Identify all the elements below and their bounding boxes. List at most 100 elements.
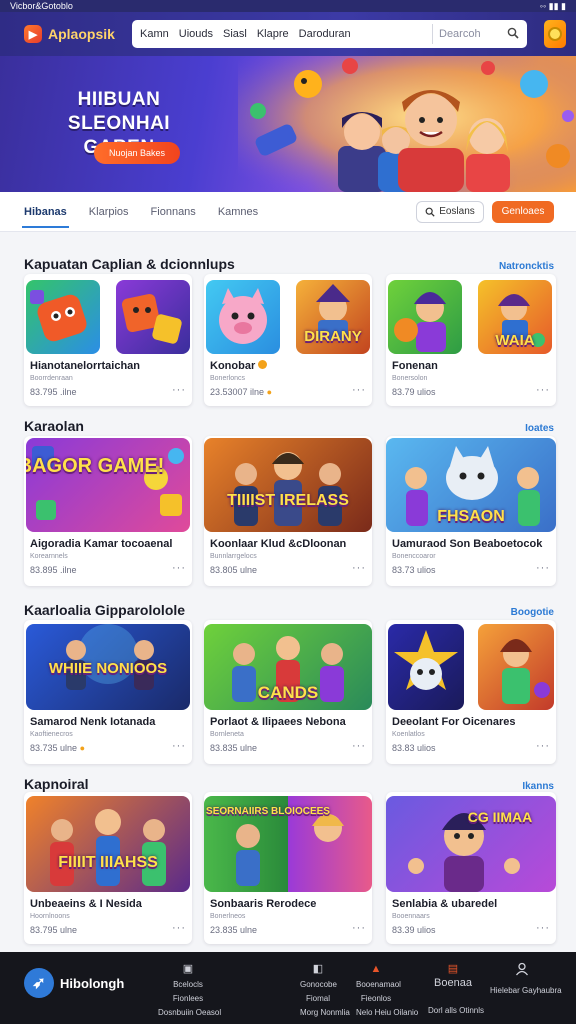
- game-card[interactable]: FHSAON Uamuraod Son Beaboetocok Bonencco…: [386, 436, 556, 586]
- nav-label: Nelo Heiu Oilanio: [356, 1008, 419, 1017]
- nav-item-hot[interactable]: ▲ Booenamaol Fieonlos Nelo Heiu Oilanio: [356, 962, 419, 1020]
- profile-icon: [490, 962, 554, 980]
- section-title: Kapnoiral: [24, 776, 89, 792]
- brand-logo[interactable]: ▶ Aplaopsik: [24, 25, 132, 43]
- thumbnail-label: WHIIE NONIOOS: [48, 660, 168, 677]
- search-tab[interactable]: Kamn: [140, 28, 169, 40]
- footer-brand[interactable]: ➶ Hibolongh: [24, 968, 124, 998]
- thumbnail-label: WAIA: [495, 332, 535, 349]
- tab-hibanas[interactable]: Hibanas: [22, 196, 69, 228]
- game-thumbnail: CANDS: [204, 624, 372, 710]
- more-options-icon[interactable]: ···: [536, 562, 550, 574]
- card-subtitle: Bonerloncs: [210, 375, 246, 382]
- nav-item-profile[interactable]: Hielebar Gayhaubra: [490, 962, 562, 998]
- search-tab[interactable]: Daroduran: [299, 28, 351, 40]
- coins-button[interactable]: [544, 20, 566, 48]
- tab-kamnes[interactable]: Kamnes: [216, 196, 260, 228]
- card-subtitle: Bonenccoaror: [392, 553, 436, 560]
- hero-cta-button[interactable]: Nuojan Bakes: [94, 142, 180, 164]
- coin-icon: [548, 27, 562, 41]
- coin-icon: [258, 360, 268, 369]
- more-options-icon[interactable]: ···: [536, 922, 550, 934]
- fire-icon: ▲: [370, 963, 382, 975]
- game-thumbnail: BAGOR GAME!: [26, 438, 190, 532]
- nav-label: Morg Nonmlia: [300, 1008, 350, 1017]
- nav-item-games[interactable]: ▣ Bcelocls Fionlees Dosnbuiin Oeasol: [158, 962, 221, 1020]
- game-card[interactable]: CG IIMAA Senlabia & ubaredel Booennaars …: [386, 792, 556, 944]
- more-options-icon[interactable]: ···: [172, 740, 186, 752]
- card-subtitle: Koenlatlos: [392, 731, 425, 738]
- section-see-all-link[interactable]: Natroncktis: [499, 261, 554, 272]
- section-see-all-link[interactable]: Ikanns: [522, 781, 554, 792]
- section-see-all-link[interactable]: Ioates: [525, 423, 554, 434]
- search-divider: [432, 24, 433, 44]
- more-options-icon[interactable]: ···: [352, 740, 366, 752]
- search-bar[interactable]: Kamn Uiouds Siasl Klapre Daroduran Dearc…: [132, 20, 527, 48]
- nav-item-tablet[interactable]: ◧ Gonocobe Fiomal Morg Nonmlia: [300, 962, 350, 1020]
- game-thumbnail: WAIA: [478, 280, 552, 354]
- hero-title-line1: HIIBUAN: [77, 89, 161, 110]
- more-options-icon[interactable]: ···: [172, 922, 186, 934]
- more-options-icon[interactable]: ···: [352, 562, 366, 574]
- search-tab[interactable]: Siasl: [223, 28, 247, 40]
- game-thumbnail: SEORNAIIRS BLOIOCEES: [204, 796, 372, 892]
- search-category-tabs: Kamn Uiouds Siasl Klapre Daroduran: [140, 28, 426, 40]
- tab-fionnans[interactable]: Fionnans: [149, 196, 198, 228]
- game-card[interactable]: WHIIE NONIOOS Samarod Nenk Iotanada Kaof…: [24, 620, 192, 764]
- section-title: Kapuatan Caplian & dcionnlups: [24, 256, 235, 272]
- thumbnail-label: FHSAON: [437, 508, 505, 525]
- card-meta: 83.735 ulne ●: [30, 743, 85, 753]
- more-options-icon[interactable]: ···: [352, 922, 366, 934]
- game-card[interactable]: DIRANY Konobar Bonerloncs 23.53007 ilne …: [204, 274, 372, 406]
- search-tab[interactable]: Klapre: [257, 28, 289, 40]
- nav-label: Dorl alls Otinnls: [428, 1006, 485, 1015]
- more-options-icon[interactable]: ···: [352, 384, 366, 396]
- card-meta: 83.795 .ilne: [30, 387, 77, 397]
- game-card[interactable]: TIIIIST IRELASS Koonlaar Klud &cDloonan …: [204, 436, 372, 586]
- tab-klarpios[interactable]: Klarpios: [87, 196, 131, 228]
- game-thumbnail: [388, 280, 462, 354]
- game-thumbnail: [26, 280, 100, 354]
- game-card[interactable]: FIIIIT IIIAHSS Unbeaeins & I Nesida Hoor…: [24, 792, 192, 944]
- app-header: ▶ Aplaopsik Kamn Uiouds Siasl Klapre Dar…: [0, 12, 576, 56]
- game-thumbnail: [116, 280, 190, 354]
- game-card[interactable]: CANDS Porlaot & Ilipaees Nebona Bornlene…: [204, 620, 372, 764]
- game-card[interactable]: Deeolant For Oicenares Koenlatlos 83.83 …: [386, 620, 556, 764]
- card-subtitle: Bonerlneos: [210, 913, 246, 920]
- game-card[interactable]: SEORNAIIRS BLOIOCEES Sonbaaris Rerodece …: [204, 792, 372, 944]
- card-subtitle: Bunnlarrgelocs: [210, 553, 257, 560]
- card-meta: 83.795 ulne: [30, 925, 78, 935]
- section-see-all-link[interactable]: Boogotie: [511, 607, 554, 618]
- card-meta: 23.835 ulne: [210, 925, 258, 935]
- search-tab[interactable]: Uiouds: [179, 28, 213, 40]
- more-options-icon[interactable]: ···: [536, 384, 550, 396]
- thumbnail-label: CANDS: [257, 683, 319, 702]
- nav-label: Fieonlos: [360, 994, 392, 1003]
- card-subtitle: Bonersolon: [392, 375, 428, 382]
- card-subtitle: Booennaars: [392, 913, 430, 920]
- brand-mark-icon: ▶: [24, 25, 42, 43]
- coin-icon: ●: [266, 387, 273, 397]
- game-card[interactable]: Hianotanelorrtaichan Boorrdenraan 83.795…: [24, 274, 192, 406]
- hero-banner[interactable]: HIIBUAN SLEONHAI GAREN Nuojan Bakes: [0, 56, 576, 192]
- filter-cta-button[interactable]: Genloaes: [492, 200, 554, 223]
- card-subtitle: Bornleneta: [210, 731, 244, 738]
- nav-item-chat[interactable]: ▤ Boenaa Dorl alls Otinnls: [428, 962, 485, 1018]
- thumbnail-label: FIIIIT IIIAHSS: [58, 854, 158, 871]
- card-title: Uamuraod Son Beaboetocok: [392, 538, 543, 550]
- search-icon[interactable]: [507, 27, 519, 42]
- game-card[interactable]: WAIA Fonenan Bonersolon 83.79 ulios ···: [386, 274, 556, 406]
- more-options-icon[interactable]: ···: [172, 384, 186, 396]
- chat-icon: ▤ Boenaa: [434, 963, 472, 989]
- card-subtitle: Korearnnels: [30, 553, 68, 560]
- section-title: Karaolan: [24, 418, 84, 434]
- card-title: Aigoradia Kamar tocoaenal: [30, 538, 173, 550]
- card-title: Deeolant For Oicenares: [392, 716, 516, 728]
- card-title: Porlaot & Ilipaees Nebona: [210, 716, 346, 728]
- search-input[interactable]: Dearcoh: [439, 28, 499, 40]
- game-thumbnail: WHIIE NONIOOS: [26, 624, 190, 710]
- more-options-icon[interactable]: ···: [536, 740, 550, 752]
- more-options-icon[interactable]: ···: [172, 562, 186, 574]
- game-card[interactable]: BAGOR GAME! Aigoradia Kamar tocoaenal Ko…: [24, 436, 192, 586]
- filter-search-button[interactable]: Eoslans: [416, 200, 484, 223]
